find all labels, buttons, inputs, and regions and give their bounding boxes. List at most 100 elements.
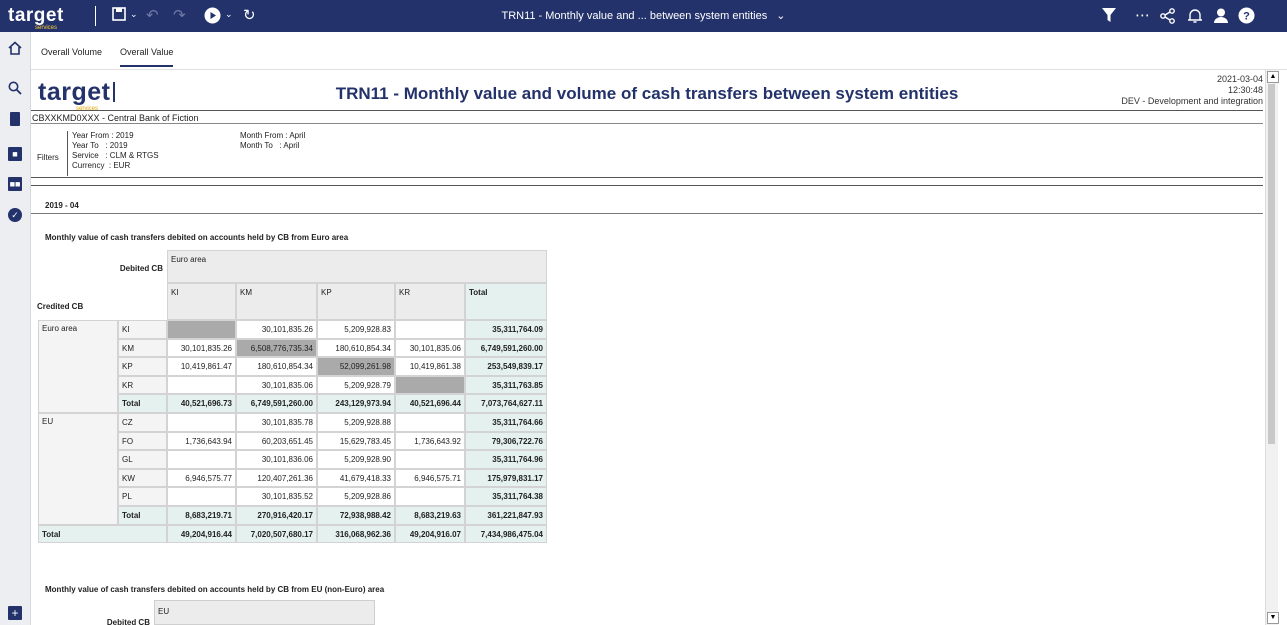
table-cell: 5,209,928.86 bbox=[317, 487, 395, 506]
report-date: 2021-03-04 bbox=[1216, 74, 1263, 84]
add-icon[interactable]: + bbox=[8, 606, 22, 620]
row-header-fo: FO bbox=[118, 431, 167, 451]
filter-service: Service : CLM & RTGS bbox=[72, 151, 159, 160]
filter-currency: Currency : EUR bbox=[72, 161, 131, 170]
section-title: Monthly value of cash transfers debited … bbox=[45, 585, 385, 594]
table-cell: 35,311,764.09 bbox=[465, 320, 547, 339]
share-icon[interactable] bbox=[1160, 8, 1176, 28]
table-cell: 5,209,928.83 bbox=[317, 320, 395, 339]
table-cell: 6,946,575.77 bbox=[167, 468, 236, 488]
bank-name: CBXXKMD0XXX - Central Bank of Fiction bbox=[32, 113, 199, 123]
table-cell bbox=[167, 320, 236, 339]
scrollbar-thumb[interactable] bbox=[1268, 84, 1275, 444]
table-cell: 1,736,643.92 bbox=[395, 431, 465, 451]
row-header-kp: KP bbox=[118, 357, 167, 376]
table-cell: 120,407,261.36 bbox=[236, 468, 317, 488]
row-header-total: Total bbox=[118, 506, 167, 525]
table-cell: 5,209,928.90 bbox=[317, 450, 395, 469]
table-cell: 35,311,764.38 bbox=[465, 487, 547, 506]
table-cell: 60,203,651.45 bbox=[236, 431, 317, 451]
search-icon[interactable] bbox=[8, 81, 22, 95]
grand-total-cell: 7,020,507,680.17 bbox=[236, 524, 317, 544]
table-cell: 40,521,696.73 bbox=[167, 394, 236, 413]
filter-icon[interactable] bbox=[1102, 8, 1116, 27]
table-cell: 30,101,835.26 bbox=[167, 338, 236, 358]
table-cell: 270,916,420.17 bbox=[236, 506, 317, 525]
top-bar: target services ⌄ ↶ ↷ ⌄ ↻ TRN11 - Monthly… bbox=[0, 0, 1287, 32]
table-cell: 1,736,643.94 bbox=[167, 431, 236, 451]
report-logo-subtext: services bbox=[76, 106, 99, 112]
tab-overall-volume[interactable]: Overall Volume bbox=[41, 47, 102, 57]
team-icon[interactable]: ■■ bbox=[8, 177, 22, 191]
table-cell bbox=[395, 487, 465, 506]
table-cell: 5,209,928.88 bbox=[317, 413, 395, 432]
check-icon[interactable]: ✓ bbox=[8, 208, 22, 222]
divider bbox=[31, 123, 1263, 124]
more-icon[interactable]: ⋯ bbox=[1135, 6, 1150, 24]
table-cell: 8,683,219.71 bbox=[167, 506, 236, 525]
table-cell: 79,306,722.76 bbox=[465, 431, 547, 451]
filters-panel: Year From : 2019 Year To : 2019 Service … bbox=[67, 131, 1263, 176]
table-cell: 35,311,764.66 bbox=[465, 413, 547, 432]
row-header-ki: KI bbox=[118, 320, 167, 339]
table-cell bbox=[395, 413, 465, 432]
folder-icon[interactable]: ■ bbox=[8, 147, 22, 161]
report-viewer: target services TRN11 - Monthly value an… bbox=[31, 70, 1263, 625]
table-cell: 52,099,261.98 bbox=[317, 357, 395, 376]
scroll-up-icon[interactable]: ▲ bbox=[1267, 71, 1279, 83]
table-cell: 8,683,219.63 bbox=[395, 506, 465, 525]
table-cell: 30,101,836.06 bbox=[236, 450, 317, 469]
document-icon[interactable] bbox=[10, 112, 20, 126]
table-cell bbox=[167, 375, 236, 395]
row-header-gl: GL bbox=[118, 450, 167, 469]
scroll-down-icon[interactable]: ▼ bbox=[1267, 612, 1279, 624]
divider bbox=[31, 213, 1263, 214]
document-title-text: TRN11 - Monthly value and ... between sy… bbox=[501, 10, 768, 22]
filter-month-from: Month From : April bbox=[240, 131, 306, 140]
table-cell: 41,679,418.33 bbox=[317, 468, 395, 488]
left-sidebar: ■ ■■ ✓ + bbox=[0, 32, 31, 625]
report-time: 12:30:48 bbox=[1227, 85, 1263, 95]
filter-year-to: Year To : 2019 bbox=[72, 141, 128, 150]
grand-total-cell: 49,204,916.07 bbox=[395, 524, 465, 544]
grand-total-cell: 7,434,986,475.04 bbox=[465, 524, 547, 544]
vertical-scrollbar[interactable]: ▲ ▼ bbox=[1265, 70, 1279, 625]
grand-total-cell: 49,204,916.44 bbox=[167, 524, 236, 544]
table-cell: 5,209,928.79 bbox=[317, 375, 395, 395]
table-cell bbox=[167, 487, 236, 506]
svg-text:?: ? bbox=[1243, 11, 1250, 23]
divider bbox=[31, 185, 1263, 186]
title-chevron-down-icon[interactable]: ⌄ bbox=[776, 10, 785, 22]
grand-total-cell: 316,068,962.36 bbox=[317, 524, 395, 544]
home-icon[interactable] bbox=[8, 41, 22, 55]
column-header-kr: KR bbox=[395, 283, 465, 320]
period-label: 2019 - 04 bbox=[45, 201, 79, 210]
table-cell: 30,101,835.06 bbox=[236, 375, 317, 395]
bell-icon[interactable] bbox=[1188, 8, 1202, 28]
user-icon[interactable] bbox=[1214, 8, 1228, 28]
table-cell bbox=[167, 413, 236, 432]
column-header-kp: KP bbox=[317, 283, 395, 320]
divider bbox=[31, 110, 1263, 111]
row-header-kr: KR bbox=[118, 375, 167, 395]
credited-cb-label: Credited CB bbox=[37, 302, 84, 311]
table-cell: 35,311,764.96 bbox=[465, 450, 547, 469]
table-cell: 30,101,835.26 bbox=[236, 320, 317, 339]
row-group-header: Euro area bbox=[38, 320, 118, 413]
document-title[interactable]: TRN11 - Monthly value and ... between sy… bbox=[0, 9, 1287, 22]
row-group-header: EU bbox=[38, 413, 118, 525]
grand-total-label: Total bbox=[38, 524, 167, 544]
column-group-header: EU bbox=[154, 600, 375, 625]
logo-subtext: services bbox=[35, 25, 58, 31]
debited-cb-label: Debited CB bbox=[106, 618, 150, 625]
table-cell: 243,129,973.94 bbox=[317, 394, 395, 413]
report-title: TRN11 - Monthly value and volume of cash… bbox=[335, 84, 959, 103]
table-cell: 175,979,831.17 bbox=[465, 468, 547, 488]
section-title: Monthly value of cash transfers debited … bbox=[45, 233, 349, 242]
table-cell: 10,419,861.47 bbox=[167, 357, 236, 376]
tab-overall-value[interactable]: Overall Value bbox=[120, 47, 174, 67]
column-header-total: Total bbox=[465, 283, 547, 320]
help-icon[interactable]: ? bbox=[1238, 7, 1255, 28]
table-cell: 6,749,591,260.00 bbox=[465, 338, 547, 358]
column-header-km: KM bbox=[236, 283, 317, 320]
